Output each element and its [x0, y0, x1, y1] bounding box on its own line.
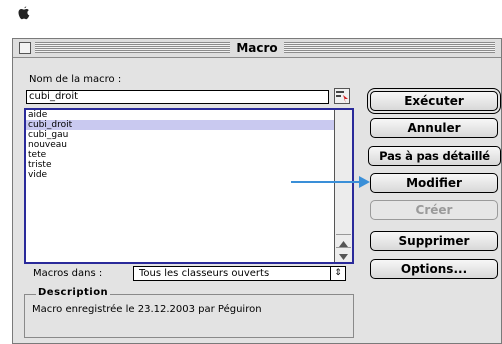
edit-button[interactable]: Modifier: [370, 173, 498, 193]
macro-list-item[interactable]: triste: [26, 160, 334, 170]
menu-bar: [0, 0, 502, 28]
description-text: Macro enregistrée le 23.12.2003 par Pégu…: [32, 304, 262, 315]
create-button[interactable]: Créer: [370, 200, 498, 220]
annotation-arrow-line: [291, 181, 361, 183]
macro-list-item[interactable]: cubi_gau: [26, 130, 334, 140]
macro-list-item[interactable]: tete: [26, 150, 334, 160]
dialog-title: Macro: [230, 41, 284, 55]
macro-name-label: Nom de la macro :: [29, 74, 122, 85]
description-group: [24, 294, 354, 338]
scroll-up-arrow[interactable]: [336, 234, 351, 248]
macros-in-select[interactable]: Tous les classeurs ouverts ⇕: [133, 266, 346, 281]
macro-name-field[interactable]: cubi_droit: [26, 90, 329, 104]
scroll-down-arrow[interactable]: [336, 247, 351, 261]
apple-menu-icon[interactable]: [18, 6, 30, 20]
cell-reference-icon[interactable]: [334, 88, 350, 104]
list-scrollbar[interactable]: [334, 110, 352, 262]
title-bar[interactable]: Macro: [13, 39, 501, 58]
macros-in-value: Tous les classeurs ouverts: [139, 268, 270, 279]
description-title: Description: [36, 287, 111, 298]
macro-list[interactable]: aide cubi_droit cubi_gau nouveau tete triste v…: [24, 108, 354, 264]
macro-list-item[interactable]: nouveau: [26, 140, 334, 150]
delete-button[interactable]: Supprimer: [370, 231, 498, 251]
options-button[interactable]: Options...: [370, 259, 498, 279]
cancel-button[interactable]: Annuler: [370, 118, 498, 138]
select-arrows-icon: ⇕: [330, 267, 345, 280]
macros-in-label: Macros dans :: [33, 268, 103, 279]
macro-list-item[interactable]: vide: [26, 170, 334, 180]
execute-button[interactable]: Exécuter: [370, 91, 498, 111]
macro-list-item[interactable]: aide: [26, 110, 334, 120]
annotation-arrow-icon: [359, 176, 370, 188]
step-into-button[interactable]: Pas à pas détaillé: [368, 146, 501, 166]
macro-list-item[interactable]: cubi_droit: [26, 120, 334, 130]
